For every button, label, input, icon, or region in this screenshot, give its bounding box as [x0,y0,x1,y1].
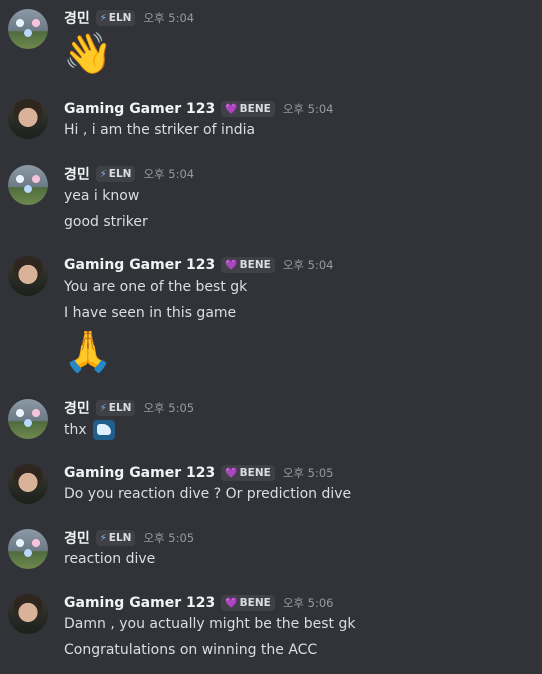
heart-icon: 💜 [225,259,238,271]
username[interactable]: 경민 [64,398,90,418]
message-text: I have seen in this game [64,305,237,321]
username[interactable]: 경민 [64,8,90,28]
timestamp[interactable]: 오후 5:04 [143,10,194,26]
message-header: 경민 ⚡ ELN 오후 5:05 [64,398,194,418]
message-header: Gaming Gamer 123 💜 BENE 오후 5:06 [64,593,333,613]
timestamp[interactable]: 오후 5:06 [283,595,334,611]
username[interactable]: Gaming Gamer 123 [64,595,215,611]
lightning-icon: ⚡ [99,12,107,24]
username[interactable]: 경민 [64,528,90,548]
lightning-icon: ⚡ [99,532,107,544]
message-text: Damn , you actually might be the best gk [64,616,356,632]
tag-label: ELN [108,532,132,544]
avatar[interactable] [8,256,48,296]
message-header: Gaming Gamer 123 💜 BENE 오후 5:04 [64,255,333,275]
message-header: 경민 ⚡ ELN 오후 5:04 [64,8,194,28]
message-text: thx [64,420,116,440]
custom-emoji-icon[interactable] [93,420,116,440]
timestamp[interactable]: 오후 5:04 [283,257,334,273]
message-header: Gaming Gamer 123 💜 BENE 오후 5:05 [64,463,333,483]
server-tag-badge[interactable]: 💜 BENE [221,595,275,611]
username[interactable]: Gaming Gamer 123 [64,465,215,481]
server-tag-badge[interactable]: 💜 BENE [221,465,275,481]
message-text: reaction dive [64,551,156,567]
tag-label: BENE [239,103,271,115]
server-tag-badge[interactable]: ⚡ ELN [95,166,136,182]
timestamp[interactable]: 오후 5:05 [143,400,194,416]
message-text: Congratulations on winning the ACC [64,642,318,658]
server-tag-badge[interactable]: 💜 BENE [221,257,275,273]
username[interactable]: 경민 [64,164,90,184]
message-text-content: thx [64,422,87,438]
message-text: good striker [64,214,148,230]
tag-label: ELN [108,168,132,180]
message-text: You are one of the best gk [64,279,248,295]
message-header: Gaming Gamer 123 💜 BENE 오후 5:04 [64,99,333,119]
avatar[interactable] [8,399,48,439]
avatar[interactable] [8,464,48,504]
username[interactable]: Gaming Gamer 123 [64,101,215,117]
timestamp[interactable]: 오후 5:05 [283,465,334,481]
server-tag-badge[interactable]: 💜 BENE [221,101,275,117]
timestamp[interactable]: 오후 5:04 [143,166,194,182]
avatar[interactable] [8,99,48,139]
message-header: 경민 ⚡ ELN 오후 5:04 [64,164,194,184]
tag-label: ELN [108,12,132,24]
timestamp[interactable]: 오후 5:05 [143,530,194,546]
username[interactable]: Gaming Gamer 123 [64,257,215,273]
heart-icon: 💜 [225,467,238,479]
praying-hands-emoji[interactable]: 🙏 [63,328,113,376]
tag-label: BENE [239,259,271,271]
avatar[interactable] [8,529,48,569]
avatar[interactable] [8,9,48,49]
avatar[interactable] [8,594,48,634]
timestamp[interactable]: 오후 5:04 [283,101,334,117]
tag-label: ELN [108,402,132,414]
message-header: 경민 ⚡ ELN 오후 5:05 [64,528,194,548]
server-tag-badge[interactable]: ⚡ ELN [95,530,136,546]
message-text: yea i know [64,188,140,204]
avatar[interactable] [8,165,48,205]
message-text: Hi , i am the striker of india [64,122,256,138]
heart-icon: 💜 [225,103,238,115]
server-tag-badge[interactable]: ⚡ ELN [95,10,136,26]
lightning-icon: ⚡ [99,402,107,414]
heart-icon: 💜 [225,597,238,609]
tag-label: BENE [239,597,271,609]
lightning-icon: ⚡ [99,168,107,180]
message-text: Do you reaction dive ? Or prediction div… [64,486,352,502]
server-tag-badge[interactable]: ⚡ ELN [95,400,136,416]
tag-label: BENE [239,467,271,479]
wave-emoji[interactable]: 👋 [63,30,113,78]
